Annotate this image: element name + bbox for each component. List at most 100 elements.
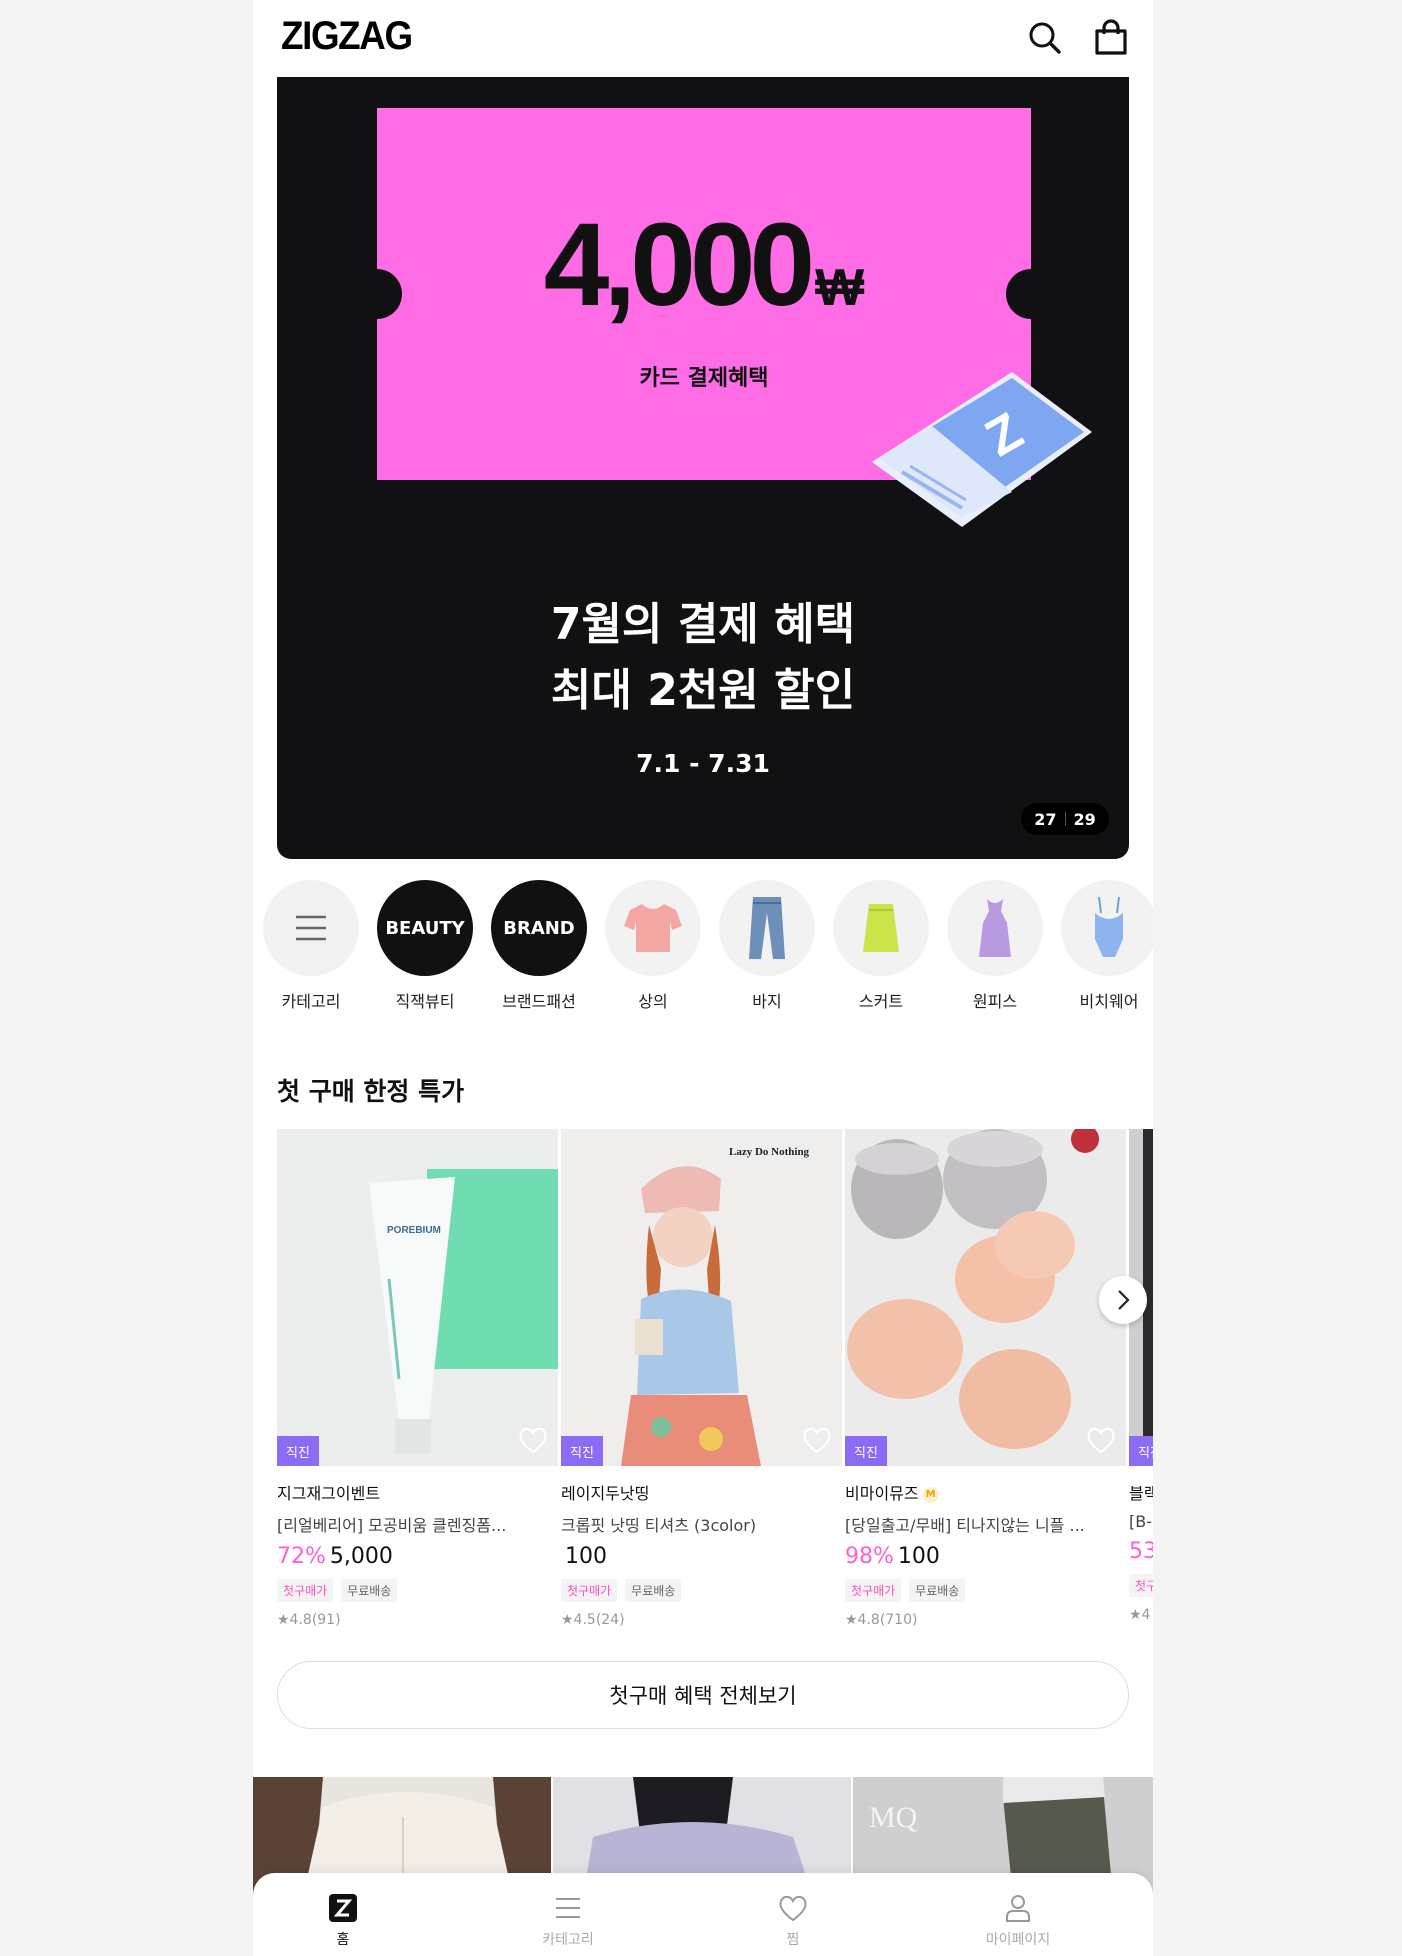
swimsuit-icon xyxy=(1095,896,1123,957)
product-name: [당일출고/무배] 티나지않는 니플 ... xyxy=(845,1516,1085,1535)
coupon-amount: 4,000 ₩ xyxy=(377,206,1031,324)
promo-banner[interactable]: 4,000 ₩ 카드 결제혜택 Z 7월의 결제 혜택 최대 2천원 할인 7.1… xyxy=(277,77,1129,859)
category-dress-circle xyxy=(947,880,1043,976)
tag-free-shipping: 무료배송 xyxy=(909,1579,966,1602)
lookbook-watermark: MQ xyxy=(869,1801,918,1834)
product-name: 크롭핏 낫띵 티셔츠 (3color) xyxy=(561,1516,757,1535)
banner-title-line2: 최대 2천원 할인 xyxy=(550,665,856,716)
dress-icon xyxy=(979,899,1011,957)
price-value: 5,000 xyxy=(329,1544,393,1569)
heart-icon[interactable] xyxy=(518,1426,548,1454)
category-label: 비치웨어 xyxy=(1079,992,1139,1011)
nav-label: 마이페이지 xyxy=(985,1932,1051,1948)
nav-label: 홈 xyxy=(336,1932,350,1948)
category-label: 카테고리 xyxy=(281,992,341,1011)
category-beauty-circle: BEAUTY xyxy=(377,880,473,976)
product-brand: 레이지두낫띵 xyxy=(561,1484,650,1503)
category-all[interactable]: 카테고리 xyxy=(263,880,359,1012)
product-rating: ★4.5(24) xyxy=(561,1612,625,1628)
category-tops-circle xyxy=(605,880,701,976)
currency-symbol: ₩ xyxy=(815,259,865,317)
product-tags: 첫구매가 무료배송 xyxy=(561,1579,842,1602)
product-price: 53 xyxy=(1129,1539,1153,1564)
category-brand-circle: BRAND xyxy=(491,880,587,976)
shopping-bag-icon[interactable] xyxy=(1091,18,1131,58)
category-label: 스커트 xyxy=(858,992,904,1011)
heart-icon xyxy=(779,1895,807,1922)
product-card[interactable]: 직진 비마이뮤즈 M [당일출고/무배] 티나지않는 니플 ... 98% 100 … xyxy=(845,1129,1126,1628)
heart-icon[interactable] xyxy=(802,1426,832,1454)
category-skirt[interactable]: 스커트 xyxy=(833,880,929,1012)
counter-divider xyxy=(1064,812,1066,826)
menu-icon xyxy=(556,1898,580,1918)
product-tags: 첫구매가 무료배송 xyxy=(845,1579,1126,1602)
tag-free-shipping: 무료배송 xyxy=(625,1579,682,1602)
home-z-icon xyxy=(329,1894,357,1922)
banner-page-counter[interactable]: 27 29 xyxy=(1021,803,1109,835)
category-pants[interactable]: 바지 xyxy=(719,880,815,1012)
view-all-benefits-button[interactable]: 첫구매 혜택 전체보기 xyxy=(277,1661,1129,1729)
category-pants-circle xyxy=(719,880,815,976)
category-beachwear[interactable]: 비치웨어 xyxy=(1061,880,1153,1012)
tshirt-model-photo: Lazy Do Nothing xyxy=(561,1129,842,1466)
product-brand-name: 비마이뮤즈 xyxy=(845,1484,919,1503)
menu-icon xyxy=(296,915,326,941)
banner-title-line1: 7월의 결제 혜택 xyxy=(550,599,856,650)
jeans-icon xyxy=(749,897,785,959)
nav-label: 카테고리 xyxy=(542,1932,594,1948)
product-card[interactable]: POREBIUM 직진 지그재그이벤트 [리얼베리어] 모공비움 클렌징폼...… xyxy=(277,1129,558,1628)
app-page: ZIGZAG 4,000 ₩ 카드 결제혜택 Z 7월의 결제 혜택 최대 2천… xyxy=(253,0,1153,1956)
banner-date-range: 7.1 - 7.31 xyxy=(636,749,770,778)
product-tags: 첫구매가 무료배송 xyxy=(277,1579,558,1602)
chevron-right-icon xyxy=(1118,1290,1130,1310)
product-card[interactable]: Lazy Do Nothing 직진 레이지두낫띵 크롭핏 낫띵 티셔츠 (3c… xyxy=(561,1129,842,1628)
category-beauty[interactable]: BEAUTY 직잭뷰티 xyxy=(377,880,473,1012)
tag-first-purchase: 첫구매가 xyxy=(845,1579,902,1602)
direct-badge: 직진 xyxy=(277,1436,319,1466)
search-icon[interactable] xyxy=(1025,18,1065,58)
category-shortcuts: 카테고리 BEAUTY 직잭뷰티 BRAND 브랜드패션 상의 바지 스커트 원… xyxy=(263,880,1153,1012)
nav-category[interactable]: 카테고리 xyxy=(508,1893,628,1949)
product-name: [리얼베리어] 모공비움 클렌징폼... xyxy=(277,1516,507,1535)
product-price: 100 xyxy=(561,1544,842,1569)
category-brand[interactable]: BRAND 브랜드패션 xyxy=(491,880,587,1012)
heart-icon[interactable] xyxy=(1086,1426,1116,1454)
category-label: 브랜드패션 xyxy=(502,992,576,1011)
person-icon xyxy=(1006,1895,1030,1922)
banner-title: 7월의 결제 혜택 최대 2천원 할인 xyxy=(277,592,1129,724)
cleansing-foam-photo: POREBIUM xyxy=(277,1129,558,1466)
category-skirt-circle xyxy=(833,880,929,976)
category-label: 원피스 xyxy=(972,992,1018,1011)
bottom-navigation: 홈 카테고리 찜 마이페이지 xyxy=(253,1873,1153,1956)
category-dress[interactable]: 원피스 xyxy=(947,880,1043,1012)
product-name: [B- xyxy=(1129,1512,1152,1531)
product-rating: ★4 xyxy=(1129,1607,1151,1623)
header: ZIGZAG xyxy=(253,0,1153,76)
skirt-icon xyxy=(863,904,899,952)
nipple-cover-photo xyxy=(845,1129,1126,1466)
category-beachwear-circle xyxy=(1061,880,1153,976)
mileage-badge: M xyxy=(922,1487,939,1503)
direct-badge: 직진 xyxy=(561,1436,603,1466)
product-brand: 비마이뮤즈 M xyxy=(845,1480,1126,1504)
carousel-next-button[interactable] xyxy=(1099,1276,1147,1324)
tag-first-purchase: 첫구매가 xyxy=(277,1579,334,1602)
section-title: 첫 구매 한정 특가 xyxy=(277,1077,465,1106)
zigzag-logo[interactable]: ZIGZAG xyxy=(281,14,413,59)
product-image[interactable]: 직진 xyxy=(845,1129,1126,1466)
category-all-circle xyxy=(263,880,359,976)
product-image[interactable]: POREBIUM 직진 xyxy=(277,1129,558,1466)
product-carousel: POREBIUM 직진 지그재그이벤트 [리얼베리어] 모공비움 클렌징폼...… xyxy=(277,1129,1153,1629)
category-label: 직잭뷰티 xyxy=(395,992,455,1011)
product-image[interactable]: Lazy Do Nothing 직진 xyxy=(561,1129,842,1466)
counter-total: 29 xyxy=(1073,809,1096,829)
nav-wishlist[interactable]: 찜 xyxy=(733,1893,853,1949)
tag-first-purchase: 첫구 xyxy=(1129,1574,1153,1597)
nav-home[interactable]: 홈 xyxy=(283,1893,403,1949)
product-card[interactable]: 직진 블랙 [B- 53 첫구 ★4 xyxy=(1129,1129,1153,1623)
category-label: 바지 xyxy=(752,992,782,1011)
category-tops[interactable]: 상의 xyxy=(605,880,701,1012)
nav-mypage[interactable]: 마이페이지 xyxy=(958,1893,1078,1949)
product-rating: ★4.8(91) xyxy=(277,1612,341,1628)
nav-label: 찜 xyxy=(786,1932,800,1948)
